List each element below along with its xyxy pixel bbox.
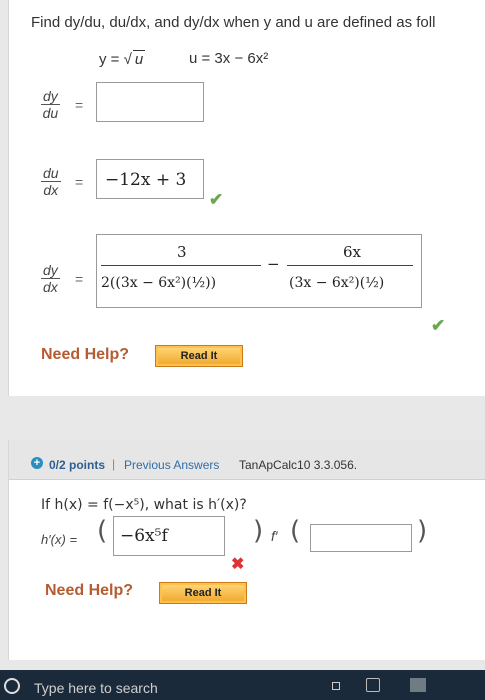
dy-dx-frac1-denominator: 2((3x − 6x²)(½)) <box>101 275 217 291</box>
dy-dx-minus: − <box>267 255 280 273</box>
taskbar-search-input[interactable]: Type here to search <box>34 680 158 696</box>
h-prime-second-input[interactable] <box>310 524 412 552</box>
fraction-denominator: du <box>42 105 59 121</box>
fraction-denominator: dx <box>43 279 58 295</box>
dy-du-label: dy du <box>41 88 60 121</box>
dy-dx-frac1-numerator: 3 <box>177 243 187 261</box>
du-dx-answer-value: −12x + 3 <box>105 170 187 190</box>
dy-dx-answer-input[interactable]: 3 2((3x − 6x²)(½)) − 6x (3x − 6x²)(½) <box>96 234 422 308</box>
equals-sign: = <box>75 271 84 287</box>
windows-taskbar: Type here to search <box>0 670 485 700</box>
h-prime-label: h′(x) = <box>41 532 78 547</box>
y-definition-radicand: u <box>132 50 146 68</box>
dy-dx-frac2-numerator: 6x <box>343 243 362 261</box>
expand-plus-icon[interactable]: + <box>31 457 43 469</box>
du-dx-label: du dx <box>41 165 61 198</box>
h-prime-first-input[interactable]: −6x⁵f <box>113 516 225 556</box>
sqrt-symbol: √ <box>123 51 132 68</box>
equals-sign: = <box>75 174 84 190</box>
u-definition: u = 3x − 6x² <box>189 50 269 67</box>
problem-1-card: Find dy/du, du/dx, and dy/dx when y and … <box>8 0 485 396</box>
fraction-numerator: dy <box>41 88 60 105</box>
open-paren: ( <box>97 516 108 546</box>
h-prime-first-value: −6x⁵f <box>120 526 168 546</box>
close-paren-2: ) <box>417 516 428 546</box>
close-paren: ) <box>253 516 264 546</box>
header-separator: | <box>112 457 116 471</box>
question-id: TanApCalc10 3.3.056. <box>239 458 358 472</box>
file-explorer-icon[interactable] <box>410 678 426 692</box>
edge-browser-icon[interactable] <box>366 678 380 692</box>
incorrect-x-icon: ✖ <box>231 556 245 573</box>
read-it-button[interactable]: Read It <box>155 345 243 367</box>
problem-2-card: + 0/2 points | Previous Answers TanApCal… <box>8 440 485 660</box>
page: Find dy/du, du/dx, and dy/dx when y and … <box>0 0 485 700</box>
equals-sign: = <box>75 97 84 113</box>
problem-2-header: + 0/2 points | Previous Answers TanApCal… <box>9 440 485 480</box>
dy-dx-frac2-bar <box>287 265 413 266</box>
y-definition: y = √ u <box>99 50 146 68</box>
need-help-label: Need Help? <box>41 346 130 363</box>
open-paren-2: ( <box>290 516 301 546</box>
du-dx-correct-check-icon: ✔ <box>209 190 224 209</box>
dy-du-answer-input[interactable] <box>96 82 204 122</box>
dy-dx-label: dy dx <box>41 262 60 295</box>
problem-2-question: If h(x) = f(−x⁵), what is h′(x)? <box>41 497 247 513</box>
cortana-circle-icon[interactable] <box>4 678 20 694</box>
y-definition-lhs: y = <box>99 51 124 68</box>
du-dx-answer-input[interactable]: −12x + 3 <box>96 159 204 199</box>
fraction-denominator: dx <box>43 182 59 198</box>
read-it-button-2[interactable]: Read It <box>159 582 247 604</box>
points-score: 0/2 points <box>49 458 106 472</box>
problem-1-title: Find dy/du, du/dx, and dy/dx when y and … <box>31 14 436 31</box>
task-view-icon[interactable] <box>332 682 340 690</box>
dy-dx-frac2-denominator: (3x − 6x²)(½) <box>289 275 385 291</box>
fraction-numerator: dy <box>41 262 60 279</box>
f-prime-label: f′ <box>271 528 278 544</box>
dy-dx-correct-check-icon: ✔ <box>431 316 446 335</box>
fraction-numerator: du <box>41 165 61 182</box>
dy-dx-frac1-bar <box>101 265 261 266</box>
need-help-label-2: Need Help? <box>45 582 134 599</box>
previous-answers-link[interactable]: Previous Answers <box>124 458 219 472</box>
